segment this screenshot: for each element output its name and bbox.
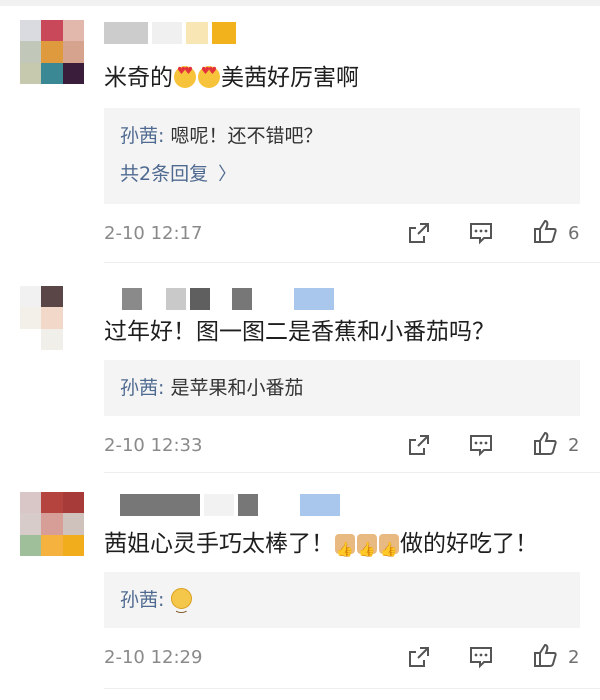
reply-author[interactable]: 孙茜 <box>120 589 158 611</box>
heart-eyes-emoji-icon <box>174 66 196 88</box>
thumbs-up-emoji-icon <box>379 534 399 566</box>
avatar[interactable] <box>20 286 84 350</box>
comment-text: 茜姐心灵手巧太棒了！做的好吃了！ <box>104 528 538 566</box>
like-icon[interactable] <box>532 218 558 244</box>
divider <box>104 472 600 473</box>
reply-author[interactable]: 孙茜 <box>120 377 158 399</box>
divider <box>104 688 600 689</box>
username-blurred[interactable] <box>104 20 240 46</box>
heart-eyes-emoji-icon <box>198 66 220 88</box>
divider <box>104 262 600 263</box>
like-icon[interactable] <box>532 642 558 668</box>
share-icon[interactable] <box>406 220 432 246</box>
like-count: 2 <box>568 435 580 456</box>
chevron-right-icon: 〉 <box>218 164 237 185</box>
reply-line: 孙茜: 是苹果和小番茄 <box>120 377 304 399</box>
avatar[interactable] <box>20 20 84 84</box>
comment-icon[interactable] <box>468 220 494 246</box>
timestamp: 2-10 12:33 <box>104 435 203 456</box>
reply-text: 嗯呢！还不错吧？ <box>170 125 323 147</box>
comment-text: 米奇的美茜好厉害啊 <box>104 62 359 94</box>
share-icon[interactable] <box>406 432 432 458</box>
timestamp: 2-10 12:17 <box>104 223 203 244</box>
smile-emoji-icon <box>171 588 193 620</box>
reply-box[interactable]: 孙茜: <box>104 572 580 628</box>
thumbs-up-emoji-icon <box>335 534 355 566</box>
like-icon[interactable] <box>532 430 558 456</box>
comment-text: 过年好！图一图二是香蕉和小番茄吗？ <box>104 319 495 345</box>
timestamp: 2-10 12:29 <box>104 647 203 668</box>
reply-text: 是苹果和小番茄 <box>170 377 304 399</box>
thumbs-up-emoji-icon <box>357 534 377 566</box>
top-separator <box>0 0 600 6</box>
username-blurred[interactable] <box>104 286 338 312</box>
reply-box[interactable]: 孙茜: 是苹果和小番茄 <box>104 360 580 416</box>
avatar[interactable] <box>20 492 84 556</box>
username-blurred[interactable] <box>104 492 344 518</box>
like-count: 6 <box>568 223 580 244</box>
more-replies-link[interactable]: 共2条回复〉 <box>120 160 236 189</box>
share-icon[interactable] <box>406 644 432 670</box>
reply-box[interactable]: 孙茜: 嗯呢！还不错吧？ 共2条回复〉 <box>104 108 580 204</box>
reply-line: 孙茜: 嗯呢！还不错吧？ <box>120 125 323 147</box>
comment-icon[interactable] <box>468 644 494 670</box>
reply-author[interactable]: 孙茜 <box>120 125 158 147</box>
like-count: 2 <box>568 647 580 668</box>
comment-icon[interactable] <box>468 432 494 458</box>
reply-line: 孙茜: <box>120 586 193 620</box>
